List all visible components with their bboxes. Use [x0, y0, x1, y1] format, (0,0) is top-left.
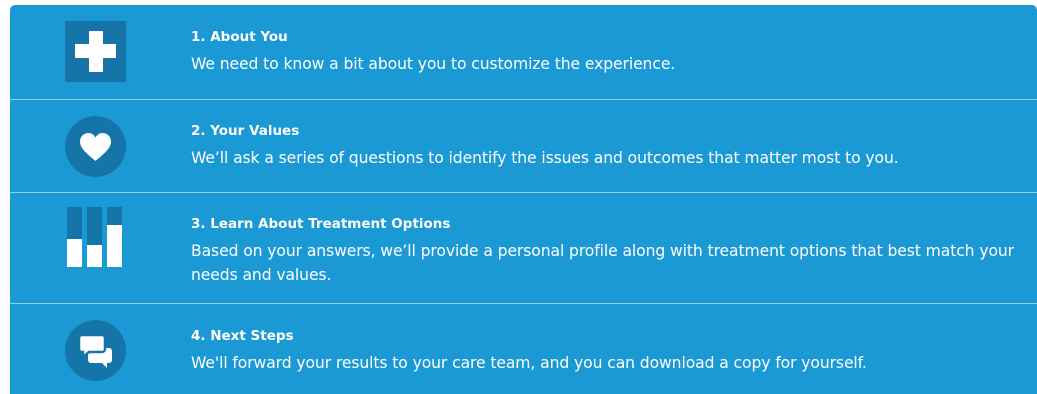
steps-panel: 1. About You We need to know a bit about… — [10, 5, 1037, 394]
medical-cross-icon — [65, 21, 126, 82]
step-your-values: 2. Your Values We’ll ask a series of que… — [10, 99, 1037, 192]
chat-bubbles-icon — [65, 320, 126, 381]
heart-icon — [65, 116, 126, 177]
step-title: 4. Next Steps — [191, 328, 294, 344]
step-description: We need to know a bit about you to custo… — [191, 55, 676, 73]
step-treatment-options: 3. Learn About Treatment Options Based o… — [10, 192, 1037, 303]
step-title: 1. About You — [191, 29, 288, 45]
bar-chart-icon — [65, 207, 125, 267]
step-title: 3. Learn About Treatment Options — [191, 216, 451, 232]
step-description: Based on your answers, we’ll provide a p… — [191, 242, 1014, 284]
step-description: We’ll ask a series of questions to ident… — [191, 149, 899, 167]
step-description: We'll forward your results to your care … — [191, 354, 867, 372]
step-next-steps: 4. Next Steps We'll forward your results… — [10, 303, 1037, 394]
step-about-you: 1. About You We need to know a bit about… — [10, 5, 1037, 99]
step-title: 2. Your Values — [191, 123, 300, 139]
